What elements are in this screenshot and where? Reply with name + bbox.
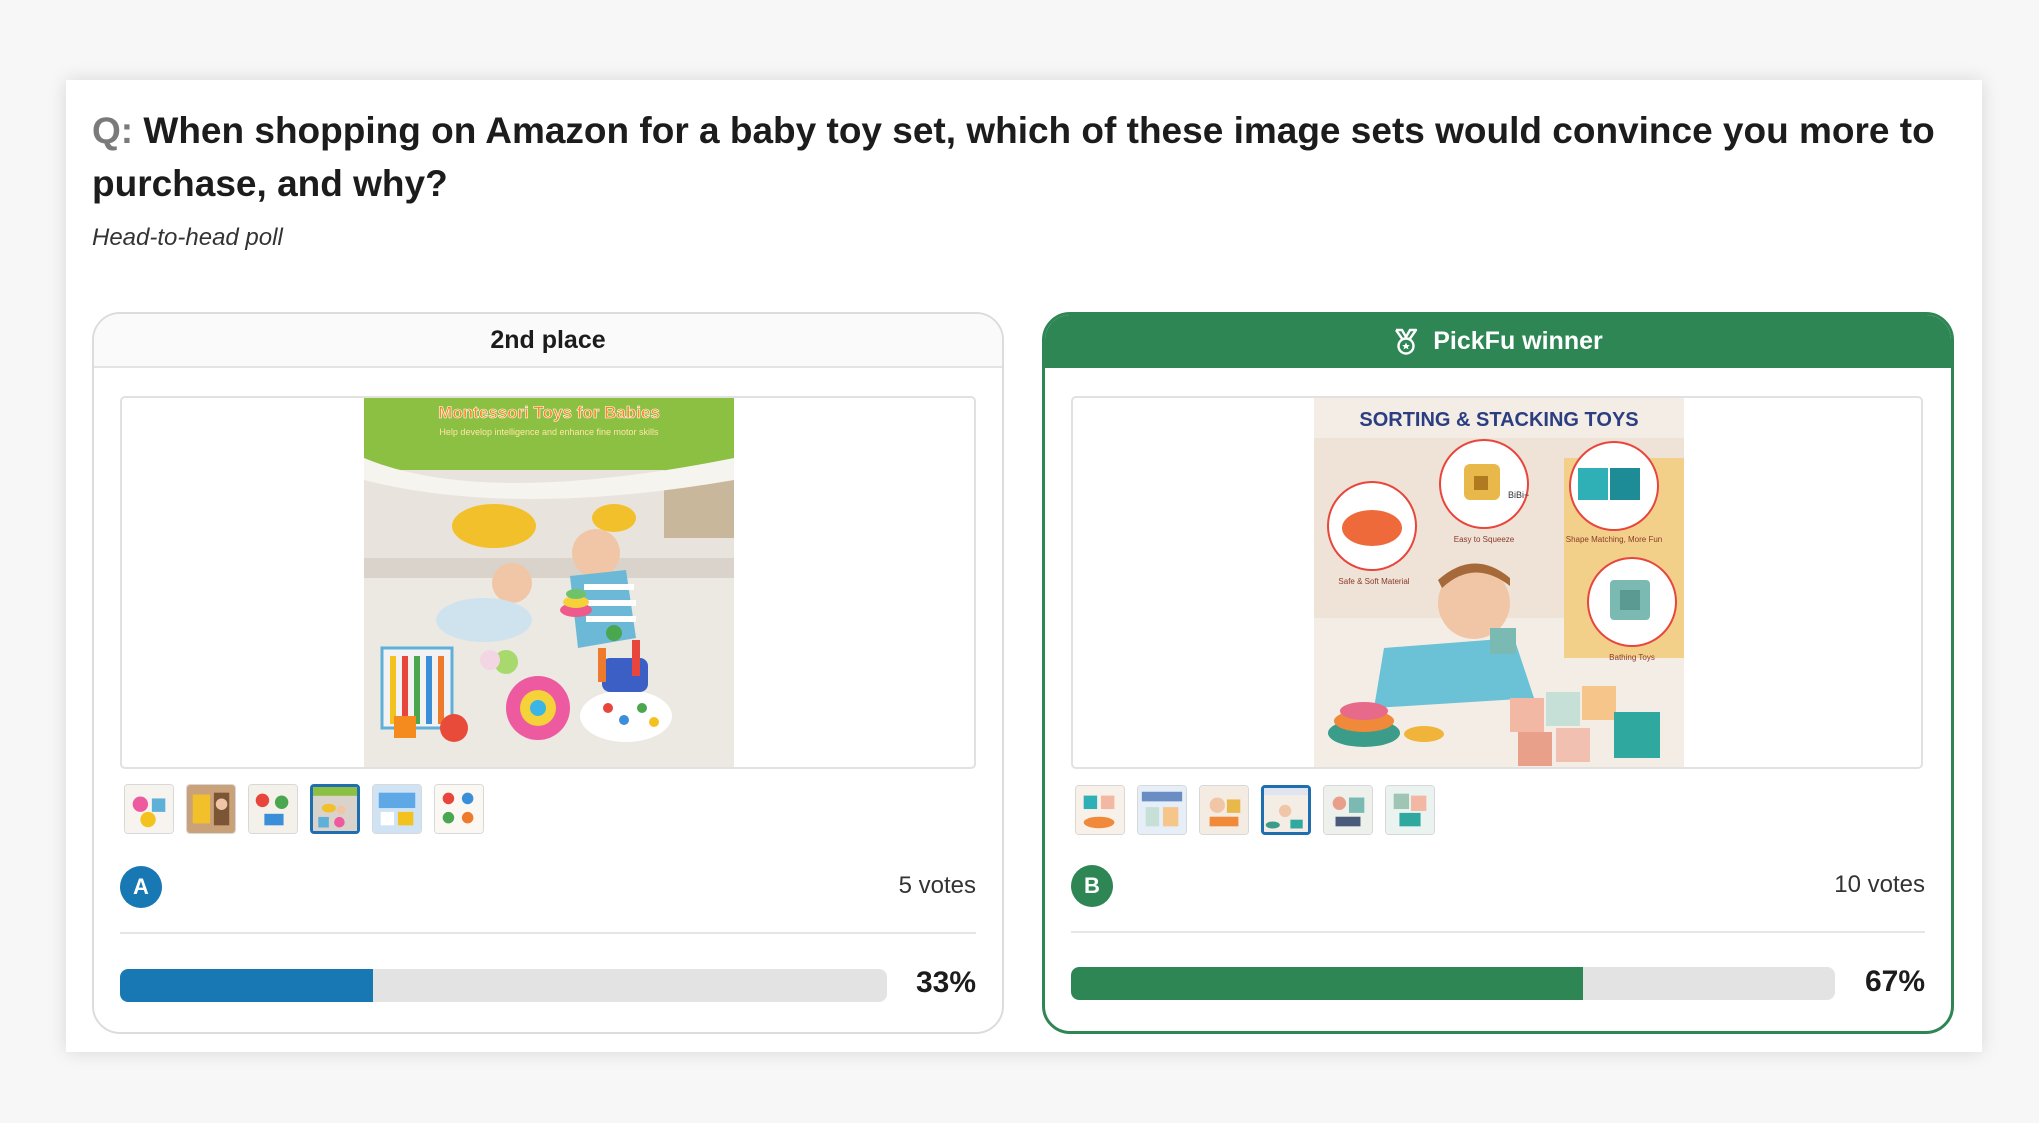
callout-1: Safe & Soft Material <box>1338 577 1409 586</box>
callout-3: Shape Matching, More Fun <box>1566 535 1663 544</box>
option-a-main-image[interactable]: Montessori Toys for Babies Help develop … <box>364 398 734 767</box>
callout-4: Bathing Toys <box>1609 653 1655 662</box>
option-b-rank-label: PickFu winner <box>1433 327 1603 355</box>
option-b-main-image[interactable]: SORTING & STACKING TOYS Safe & Soft Mate… <box>1314 398 1684 767</box>
bubble-text: BiBi~ <box>1508 490 1529 500</box>
option-a-rank-label: 2nd place <box>490 325 606 354</box>
medal-icon <box>1393 328 1419 356</box>
option-b-percentage: 67% <box>1864 965 1925 998</box>
option-b-thumbnail-4[interactable] <box>1261 785 1311 835</box>
option-a-progress-track <box>120 969 887 1002</box>
option-a-thumbnails <box>124 784 484 834</box>
option-b-progress-fill <box>1071 967 1583 1000</box>
option-b-header: PickFu winner <box>1045 315 1951 368</box>
stacking-toys-photo: SORTING & STACKING TOYS Safe & Soft Mate… <box>1314 398 1684 767</box>
banner-subtitle: Help develop intelligence and enhance fi… <box>439 427 659 437</box>
question-prefix: Q: <box>92 110 134 151</box>
poll-card: Q: When shopping on Amazon for a baby to… <box>66 80 1982 1052</box>
option-b-thumbnail-6[interactable] <box>1385 785 1435 835</box>
option-a-thumbnail-4[interactable] <box>310 784 360 834</box>
option-b-vote-count: 10 votes <box>1834 871 1925 898</box>
option-a-thumbnail-5[interactable] <box>372 784 422 834</box>
option-b-thumbnail-1[interactable] <box>1075 785 1125 835</box>
callout-2: Easy to Squeeze <box>1454 535 1515 544</box>
option-a-divider <box>120 932 976 934</box>
option-a-thumbnail-6[interactable] <box>434 784 484 834</box>
option-a-letter-badge: A <box>120 866 162 908</box>
option-a-progress-fill <box>120 969 374 1002</box>
option-a-image-frame: Montessori Toys for Babies Help develop … <box>120 396 976 769</box>
image-title: SORTING & STACKING TOYS <box>1359 409 1638 431</box>
option-b-thumbnail-3[interactable] <box>1199 785 1249 835</box>
option-a-thumbnail-1[interactable] <box>124 784 174 834</box>
option-b-image-frame: SORTING & STACKING TOYS Safe & Soft Mate… <box>1071 396 1923 769</box>
option-b-card: PickFu winner SORTING & STACKING TOYS Sa… <box>1042 312 1954 1034</box>
question-heading: Q: When shopping on Amazon for a baby to… <box>92 104 1952 210</box>
option-a-vote-count: 5 votes <box>898 872 976 899</box>
option-b-thumbnail-5[interactable] <box>1323 785 1373 835</box>
option-a-card: 2nd place Montessori Toys for Babies Hel… <box>92 312 1004 1034</box>
option-b-divider <box>1071 931 1925 933</box>
question-text: When shopping on Amazon for a baby toy s… <box>92 110 1935 204</box>
poll-type-label: Head-to-head poll <box>92 224 283 251</box>
option-b-progress-track <box>1071 967 1835 1000</box>
baby-toys-photo: Montessori Toys for Babies Help develop … <box>364 398 734 767</box>
option-a-header: 2nd place <box>94 314 1002 368</box>
option-b-thumbnail-2[interactable] <box>1137 785 1187 835</box>
option-a-thumbnail-3[interactable] <box>248 784 298 834</box>
option-a-percentage: 33% <box>915 966 976 999</box>
banner-title: Montessori Toys for Babies <box>438 403 660 422</box>
option-a-thumbnail-2[interactable] <box>186 784 236 834</box>
option-b-thumbnails <box>1075 785 1435 835</box>
option-b-letter-badge: B <box>1071 865 1113 907</box>
